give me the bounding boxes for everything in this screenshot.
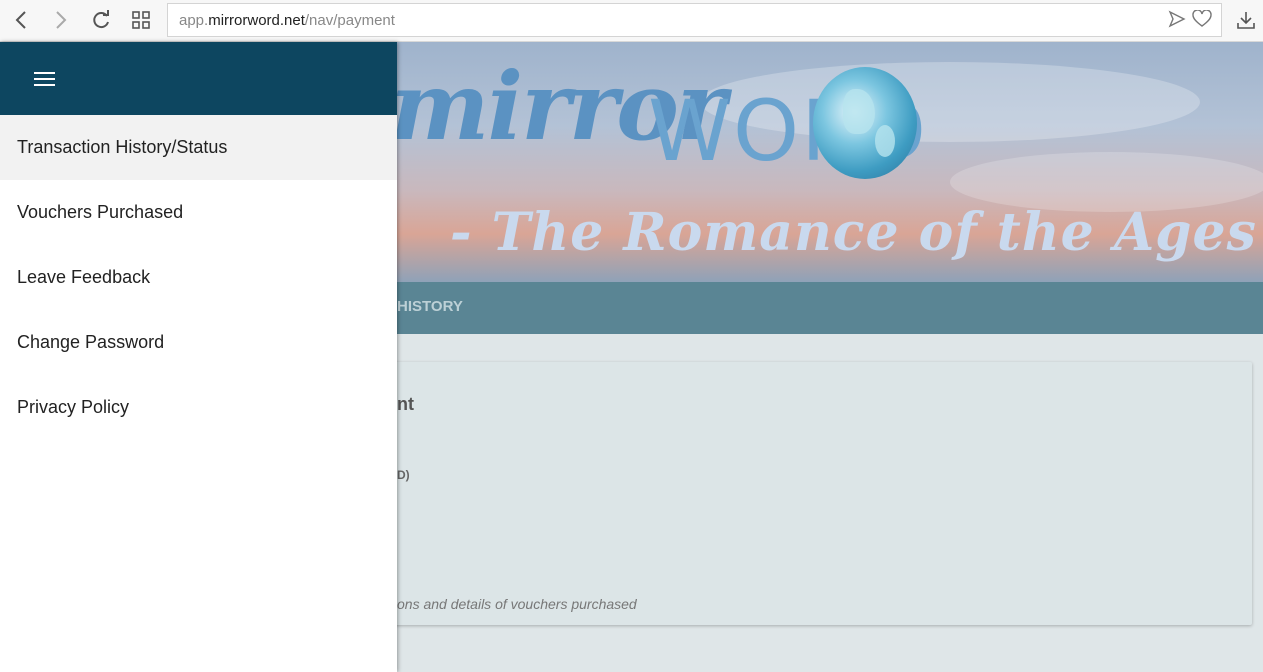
forward-button[interactable] (46, 6, 76, 34)
back-arrow-icon (15, 11, 26, 29)
back-button[interactable] (6, 6, 36, 34)
reload-icon (93, 10, 109, 29)
globe-icon (813, 67, 917, 179)
menu-item-change-password[interactable]: Change Password (0, 310, 397, 375)
side-drawer: Transaction History/Status Vouchers Purc… (0, 42, 397, 672)
card-subtitle: D) (397, 468, 410, 482)
url-text: app.mirrorword.net/nav/payment (179, 12, 395, 29)
menu-item-leave-feedback[interactable]: Leave Feedback (0, 245, 397, 310)
address-bar[interactable]: app.mirrorword.net/nav/payment (167, 3, 1222, 37)
download-button[interactable] (1233, 6, 1259, 34)
browser-toolbar: app.mirrorword.net/nav/payment (0, 0, 1263, 42)
tab-history[interactable]: HISTORY (397, 298, 463, 315)
card-title: nt (397, 394, 414, 414)
hamburger-menu-icon[interactable] (34, 72, 56, 88)
reload-button[interactable] (86, 6, 116, 34)
grid-icon (132, 11, 150, 29)
card-note: ons and details of vouchers purchased (397, 596, 637, 612)
tagline: - The Romance of the Ages - (450, 202, 1263, 263)
heart-icon[interactable] (1192, 9, 1212, 33)
download-icon (1237, 12, 1255, 29)
menu-item-vouchers-purchased[interactable]: Vouchers Purchased (0, 180, 397, 245)
forward-arrow-icon (56, 11, 67, 29)
drawer-header (0, 42, 397, 115)
menu-item-privacy-policy[interactable]: Privacy Policy (0, 375, 397, 440)
payment-card: nt D) ons and details of vouchers purcha… (300, 362, 1252, 625)
drawer-menu: Transaction History/Status Vouchers Purc… (0, 115, 397, 440)
tabs-grid-button[interactable] (126, 6, 156, 34)
menu-item-transaction-history[interactable]: Transaction History/Status (0, 115, 397, 180)
send-icon[interactable] (1168, 10, 1186, 33)
